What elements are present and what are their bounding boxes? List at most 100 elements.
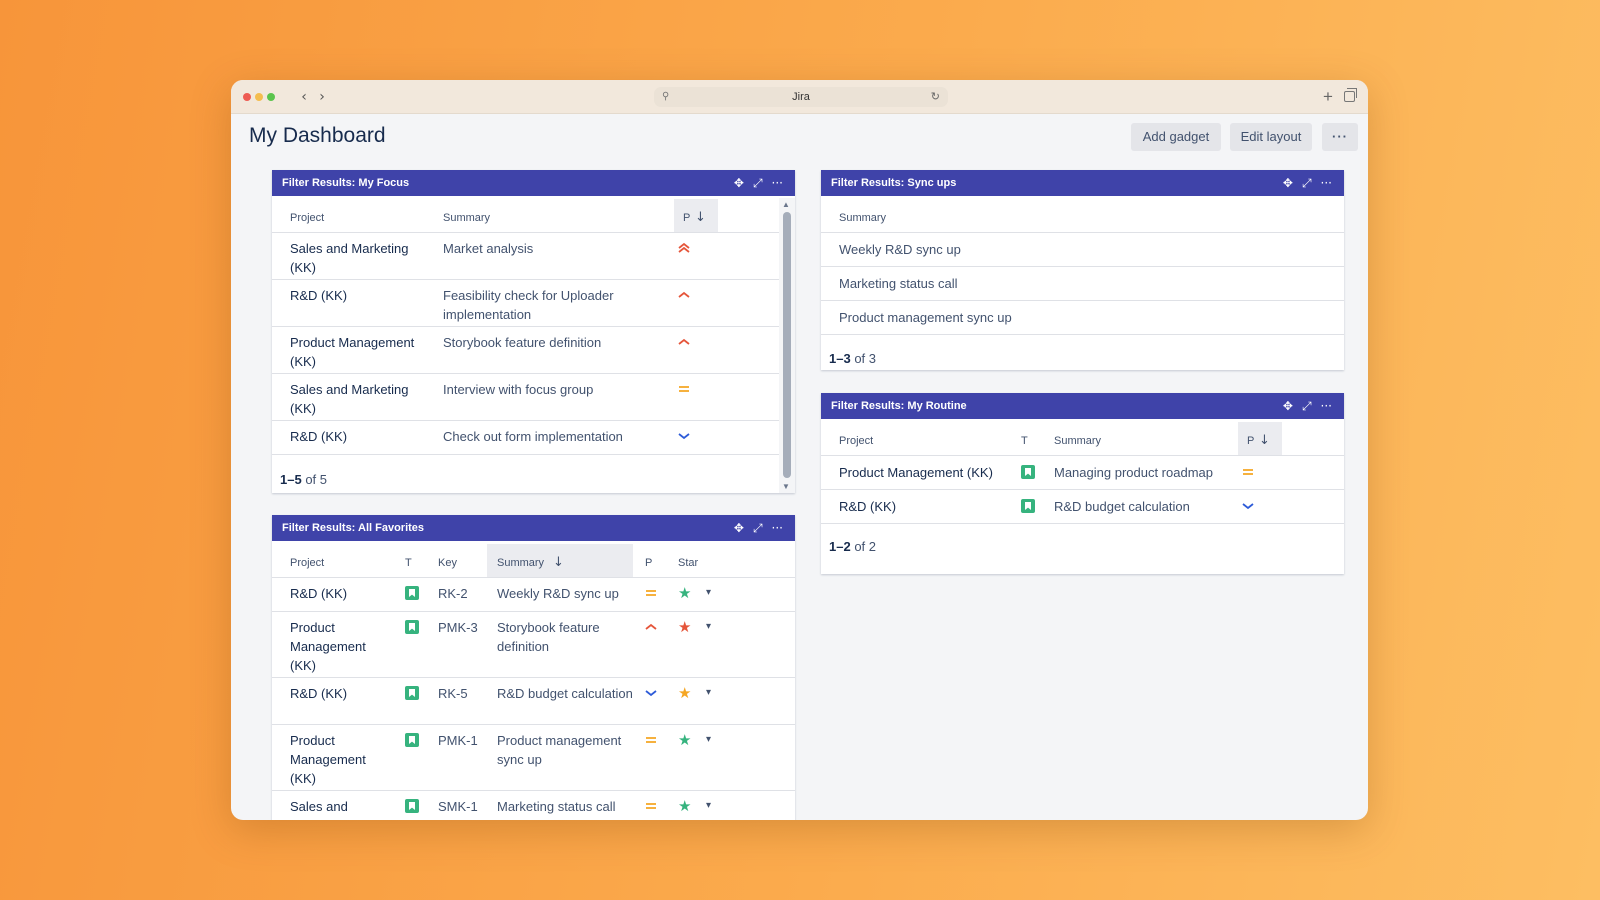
chevron-down-icon[interactable]: ▾ xyxy=(706,587,711,598)
more-icon[interactable]: ··· xyxy=(1321,176,1332,190)
chevron-down-icon[interactable]: ▾ xyxy=(706,687,711,698)
column-header-summary[interactable]: Summary xyxy=(443,212,490,224)
table-row[interactable]: Product Management (KK) Managing product … xyxy=(821,456,1344,490)
priority-high-icon xyxy=(677,335,691,349)
table-row[interactable]: Product management sync up xyxy=(821,301,1344,335)
priority-highest-icon xyxy=(677,241,691,255)
scroll-down-icon[interactable]: ▼ xyxy=(782,482,790,491)
table-row[interactable]: R&D (KK) Feasibility check for Uploader i… xyxy=(272,280,779,327)
summary-link[interactable]: Storybook feature definition xyxy=(443,333,668,352)
scroll-up-icon[interactable]: ▲ xyxy=(782,200,790,209)
summary-link[interactable]: Product management sync up xyxy=(497,731,637,769)
more-icon[interactable]: ··· xyxy=(1321,399,1332,413)
issue-key-link[interactable]: RK-5 xyxy=(438,684,468,703)
edit-layout-button[interactable]: Edit layout xyxy=(1230,123,1312,151)
chevron-down-icon[interactable]: ▾ xyxy=(706,800,711,811)
summary-link[interactable]: Storybook feature definition xyxy=(497,618,637,656)
close-window-icon[interactable] xyxy=(243,93,251,101)
expand-icon[interactable]: ⤢ xyxy=(753,176,763,190)
summary-link[interactable]: R&D budget calculation xyxy=(1054,497,1239,516)
address-bar[interactable]: ⚲ Jira ↻ xyxy=(654,87,948,107)
column-header-summary[interactable]: Summary xyxy=(839,212,886,224)
move-icon[interactable]: ✥ xyxy=(734,176,744,190)
new-tab-icon[interactable]: + xyxy=(1323,87,1333,107)
column-header-project[interactable]: Project xyxy=(839,435,873,447)
expand-icon[interactable]: ⤢ xyxy=(753,521,763,535)
move-icon[interactable]: ✥ xyxy=(1283,399,1293,413)
move-icon[interactable]: ✥ xyxy=(1283,176,1293,190)
pagination-count: 1–2 of 2 xyxy=(829,539,877,554)
table-row[interactable]: Product Management (KK) PMK-1 Product mana… xyxy=(272,725,795,791)
summary-link[interactable]: Marketing status call xyxy=(497,797,637,816)
column-header-priority[interactable]: P xyxy=(683,212,690,224)
sort-arrow-down-icon[interactable]: ↓ xyxy=(695,210,706,225)
table-row[interactable]: Weekly R&D sync up xyxy=(821,233,1344,267)
summary-link[interactable]: Feasibility check for Uploader implement… xyxy=(443,286,668,324)
project-cell: Product Management (KK) xyxy=(290,335,415,369)
priority-low-icon xyxy=(644,686,658,700)
table-row[interactable]: R&D (KK) RK-2 Weekly R&D sync up ★ ▾ xyxy=(272,578,795,612)
column-header-star[interactable]: Star xyxy=(678,557,698,569)
table-row[interactable]: Sales and SMK-1 Marketing status call ★ ▾ xyxy=(272,791,795,820)
table-row[interactable]: R&D (KK) RK-5 R&D budget calculation ★ ▾ xyxy=(272,678,795,725)
column-header-project[interactable]: Project xyxy=(290,212,324,224)
gadget-title: Filter Results: Sync ups xyxy=(831,177,957,189)
scroll-thumb[interactable] xyxy=(783,212,791,478)
chevron-down-icon[interactable]: ▾ xyxy=(706,734,711,745)
issue-key-link[interactable]: SMK-1 xyxy=(438,797,478,816)
table-row[interactable]: Sales and Marketing (KK) Market analysis xyxy=(272,233,779,280)
scrollbar[interactable]: ▲ ▼ xyxy=(779,198,795,493)
summary-link[interactable]: Managing product roadmap xyxy=(1054,463,1239,482)
more-actions-button[interactable]: ··· xyxy=(1322,123,1358,151)
reload-icon[interactable]: ↻ xyxy=(931,87,940,107)
column-header-type[interactable]: T xyxy=(1021,435,1028,447)
summary-link[interactable]: R&D budget calculation xyxy=(497,684,637,703)
summary-link[interactable]: Weekly R&D sync up xyxy=(497,584,637,603)
chevron-left-icon[interactable]: ‹ xyxy=(295,88,313,106)
summary-link[interactable]: Weekly R&D sync up xyxy=(839,240,961,259)
page-title: My Dashboard xyxy=(249,124,386,147)
table-row[interactable]: Marketing status call xyxy=(821,267,1344,301)
column-header-priority[interactable]: P xyxy=(1247,435,1254,447)
table-row[interactable]: R&D (KK) R&D budget calculation xyxy=(821,490,1344,524)
column-header-project[interactable]: Project xyxy=(290,557,324,569)
chevron-right-icon[interactable]: › xyxy=(313,88,331,106)
issue-key-link[interactable]: RK-2 xyxy=(438,584,468,603)
move-icon[interactable]: ✥ xyxy=(734,521,744,535)
chevron-down-icon[interactable]: ▾ xyxy=(706,621,711,632)
expand-icon[interactable]: ⤢ xyxy=(1302,399,1312,413)
tabs-overview-icon[interactable] xyxy=(1344,88,1357,102)
add-gadget-button[interactable]: Add gadget xyxy=(1131,123,1221,151)
maximize-window-icon[interactable] xyxy=(267,93,275,101)
table-row[interactable]: Product Management (KK) PMK-3 Storybook fe… xyxy=(272,612,795,678)
minimize-window-icon[interactable] xyxy=(255,93,263,101)
issue-key-link[interactable]: PMK-1 xyxy=(438,731,478,750)
column-header-type[interactable]: T xyxy=(405,557,412,569)
star-icon[interactable]: ★ xyxy=(678,733,691,748)
summary-link[interactable]: Product management sync up xyxy=(839,308,1012,327)
star-icon[interactable]: ★ xyxy=(678,586,691,601)
more-icon[interactable]: ··· xyxy=(772,521,783,535)
table-row[interactable]: Sales and Marketing (KK) Interview with f… xyxy=(272,374,779,421)
star-icon[interactable]: ★ xyxy=(678,620,691,635)
column-header-key[interactable]: Key xyxy=(438,557,457,569)
column-header-summary[interactable]: Summary xyxy=(1054,435,1101,447)
table-row[interactable]: R&D (KK) Check out form implementation xyxy=(272,421,779,455)
sort-arrow-down-icon[interactable]: ↓ xyxy=(1259,433,1270,448)
gadget-all-favorites: Filter Results: All Favorites ✥ ⤢ ··· Proj… xyxy=(272,515,795,820)
star-icon[interactable]: ★ xyxy=(678,686,691,701)
issue-key-link[interactable]: PMK-3 xyxy=(438,618,478,637)
expand-icon[interactable]: ⤢ xyxy=(1302,176,1312,190)
column-header-priority[interactable]: P xyxy=(645,557,652,569)
star-icon[interactable]: ★ xyxy=(678,799,691,814)
column-header-summary[interactable]: Summary xyxy=(497,557,544,569)
table-row[interactable]: Product Management (KK) Storybook feature… xyxy=(272,327,779,374)
summary-link[interactable]: Market analysis xyxy=(443,239,668,258)
summary-link[interactable]: Check out form implementation xyxy=(443,427,668,446)
more-icon[interactable]: ··· xyxy=(772,176,783,190)
gadget-title: Filter Results: My Routine xyxy=(831,400,967,412)
summary-link[interactable]: Interview with focus group xyxy=(443,380,668,399)
summary-link[interactable]: Marketing status call xyxy=(839,274,958,293)
gadget-header: Filter Results: Sync ups ✥ ⤢ ··· xyxy=(821,170,1344,196)
sort-arrow-down-icon[interactable]: ↓ xyxy=(553,555,564,570)
